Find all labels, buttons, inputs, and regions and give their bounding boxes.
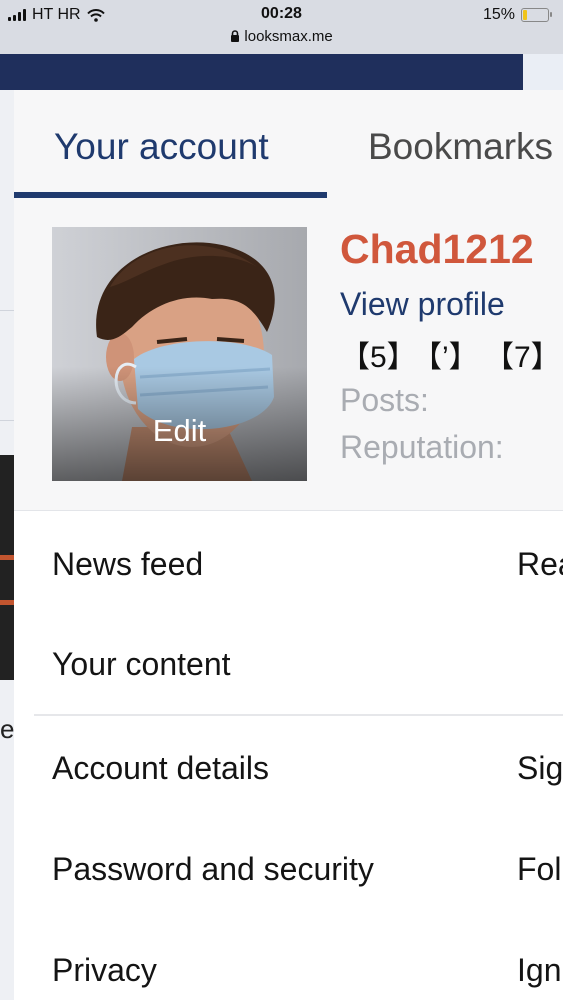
reputation-label: Reputation: (340, 429, 504, 465)
tab-bookmarks[interactable]: Bookmarks (368, 126, 553, 168)
menu-password-security[interactable]: Password and security (52, 851, 374, 888)
menu-your-content[interactable]: Your content (52, 646, 231, 683)
background-divider (0, 310, 14, 311)
status-bar: HT HR 00:28 looksmax.me 15% (0, 0, 563, 54)
menu-news-feed[interactable]: News feed (52, 546, 203, 583)
battery-percent: 15% (482, 6, 515, 23)
menu-right-item[interactable]: Rea (517, 546, 563, 583)
account-panel: Your account Bookmarks Edit Chad1212 Vie… (14, 90, 563, 1000)
tab-your-account[interactable]: Your account (54, 126, 269, 168)
battery-icon (521, 8, 552, 22)
status-right: 15% (482, 6, 552, 24)
menu-divider (34, 714, 563, 716)
background-image (0, 455, 14, 680)
clock: 00:28 (261, 5, 302, 22)
site-header-corner (523, 54, 563, 90)
profile-summary: Edit Chad1212 View profile 【5】【’】 【7】 Pos… (14, 200, 563, 511)
view-profile-link[interactable]: View profile (340, 286, 505, 323)
tab-bar: Your account Bookmarks (14, 90, 563, 201)
address-bar[interactable]: looksmax.me (0, 28, 563, 45)
posts-label: Posts: (340, 382, 429, 418)
url-text: looksmax.me (244, 28, 333, 45)
user-tag: 【5】 (340, 341, 417, 374)
site-header (0, 54, 563, 90)
avatar-edit-label[interactable]: Edit (52, 413, 307, 449)
menu-privacy[interactable]: Privacy (52, 952, 157, 989)
username[interactable]: Chad1212 (340, 226, 534, 273)
active-tab-indicator (14, 192, 327, 198)
menu-right-item[interactable]: Ign (517, 952, 561, 989)
menu-right-item[interactable]: Fol (517, 851, 561, 888)
background-divider (0, 420, 14, 421)
user-tag: 【’】 (412, 341, 479, 374)
menu-right-item[interactable]: Sig (517, 750, 563, 787)
lock-icon (231, 30, 240, 42)
user-tag: 【7】 (484, 341, 561, 374)
menu-account-details[interactable]: Account details (52, 750, 269, 787)
avatar[interactable]: Edit (52, 227, 307, 481)
user-tags: 【5】【’】 【7】 (340, 332, 561, 376)
background-text: e (0, 714, 15, 744)
